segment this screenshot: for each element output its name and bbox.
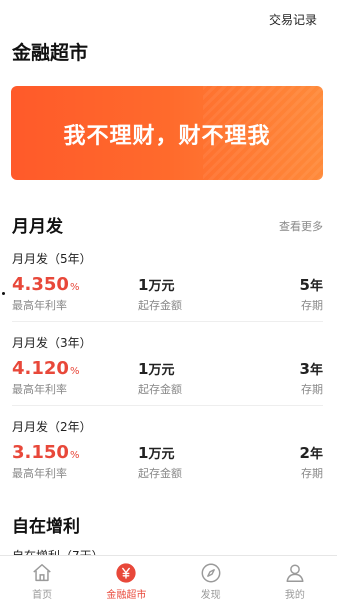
yen-coin-icon (116, 563, 136, 583)
term-label: 存期 (301, 383, 323, 396)
min-amount-value: 1万元 (138, 276, 175, 294)
home-icon (33, 564, 51, 582)
tab-mine[interactable]: 我的 (253, 556, 337, 600)
product-card[interactable]: 月月发（2年） 3.150% 最高年利率 1万元 起存金额 2年 存期 (0, 418, 337, 502)
rate-value: 3.150% (12, 442, 80, 463)
min-amount-label: 起存金额 (138, 467, 182, 480)
section-title-monthly: 月月发 (12, 217, 63, 237)
rate-value: 4.350% (12, 274, 80, 295)
min-amount-label: 起存金额 (138, 383, 182, 396)
compass-icon (201, 563, 221, 583)
bottom-tab-bar: 首页 金融超市 发现 我的 (0, 555, 337, 600)
term-value: 5年 (299, 276, 323, 294)
divider (12, 321, 323, 322)
tab-discover[interactable]: 发现 (169, 556, 253, 600)
tab-home[interactable]: 首页 (0, 556, 84, 600)
transaction-record-link[interactable]: 交易记录 (269, 11, 317, 28)
promo-banner[interactable]: 我不理财，财不理我 (11, 86, 323, 180)
banner-text: 我不理财，财不理我 (63, 124, 271, 149)
rate-label: 最高年利率 (12, 299, 67, 312)
term-label: 存期 (301, 299, 323, 312)
tab-label: 首页 (32, 590, 53, 600)
divider (12, 405, 323, 406)
tab-label: 发现 (200, 590, 221, 600)
rate-label: 最高年利率 (12, 467, 67, 480)
view-more-link[interactable]: 查看更多 (279, 218, 323, 234)
product-card[interactable]: 月月发（5年） 4.350% 最高年利率 1万元 起存金额 5年 存期 (0, 250, 337, 334)
section-title-flex: 自在增利 (12, 517, 80, 537)
rate-value: 4.120% (12, 358, 80, 379)
top-bar: 交易记录 (0, 0, 337, 34)
product-name: 月月发（2年） (12, 420, 92, 434)
tab-label: 我的 (284, 590, 305, 600)
min-amount-value: 1万元 (138, 444, 175, 462)
term-value: 2年 (299, 444, 323, 462)
page-title: 金融超市 (12, 42, 89, 64)
min-amount-label: 起存金额 (138, 299, 182, 312)
term-label: 存期 (301, 467, 323, 480)
product-name: 月月发（5年） (12, 252, 92, 266)
product-name: 月月发（3年） (12, 336, 92, 350)
user-icon (286, 564, 304, 582)
min-amount-value: 1万元 (138, 360, 175, 378)
term-value: 3年 (299, 360, 323, 378)
rate-label: 最高年利率 (12, 383, 67, 396)
tab-finance-market[interactable]: 金融超市 (84, 556, 168, 600)
tab-label: 金融超市 (106, 590, 147, 600)
product-card[interactable]: 月月发（3年） 4.120% 最高年利率 1万元 起存金额 3年 存期 (0, 334, 337, 418)
